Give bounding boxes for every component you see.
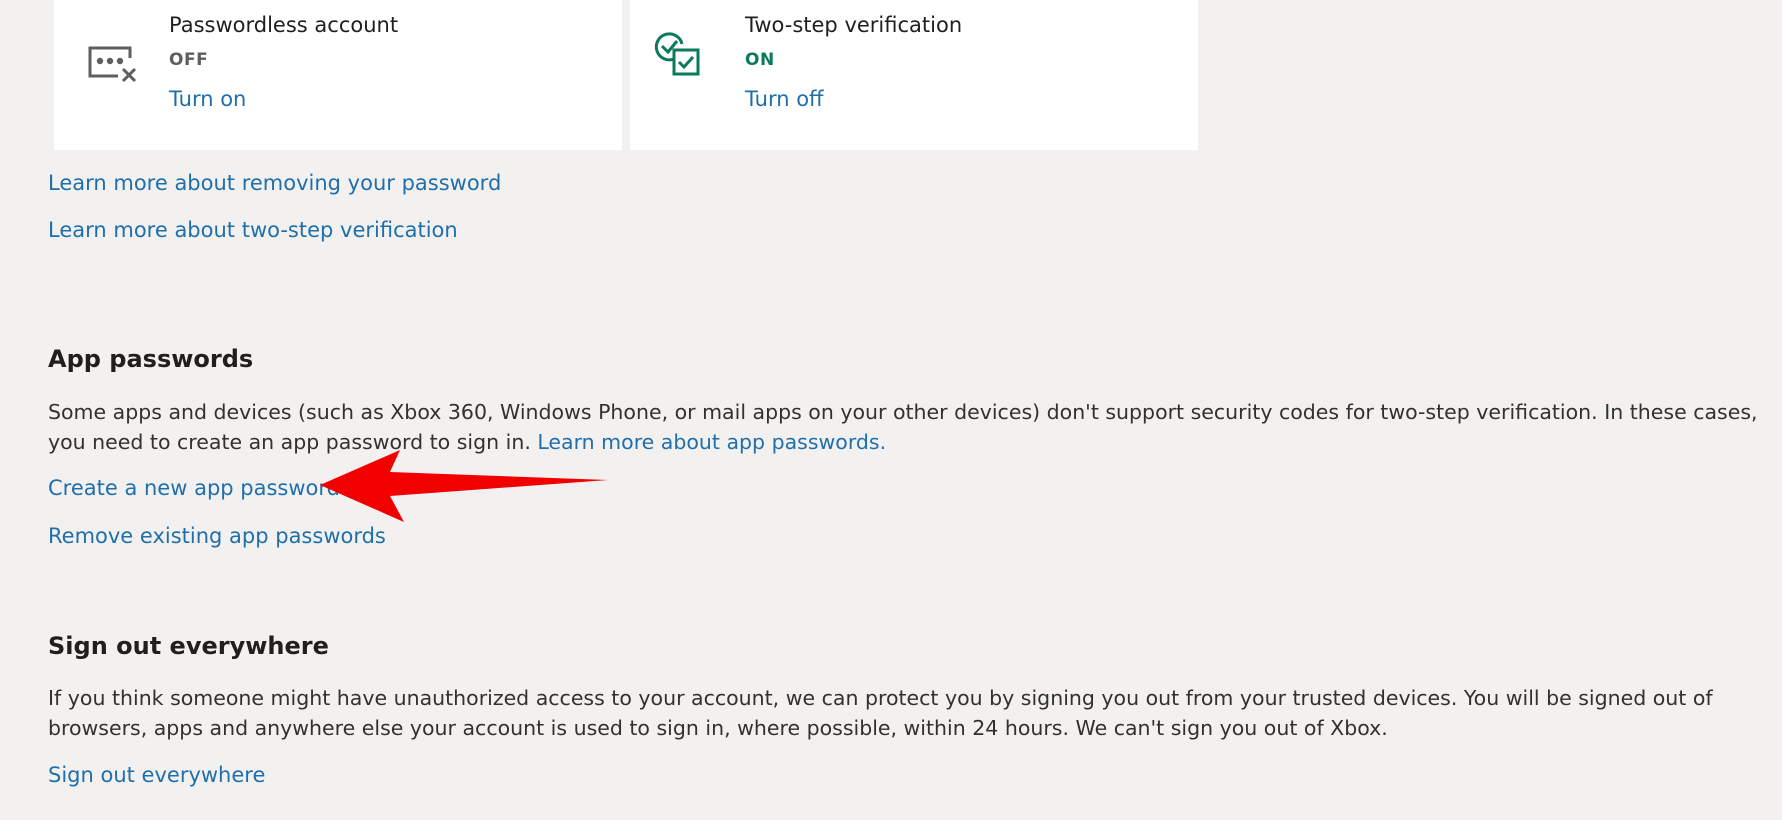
turn-off-link[interactable]: Turn off: [745, 87, 824, 111]
two-step-card: Two-step verification ON Turn off: [630, 0, 1198, 150]
passwordless-status: OFF: [169, 50, 209, 70]
app-passwords-text: Some apps and devices (such as Xbox 360,…: [48, 400, 1758, 454]
learn-more-remove-password-link[interactable]: Learn more about removing your password: [48, 171, 501, 195]
annotation-arrow: [320, 450, 608, 522]
sign-out-heading: Sign out everywhere: [48, 632, 329, 660]
verification-check-icon: [654, 32, 700, 76]
passwordless-icon: [88, 46, 137, 83]
passwordless-title: Passwordless account: [169, 13, 399, 37]
sign-out-description: If you think someone might have unauthor…: [48, 686, 1713, 740]
learn-more-two-step-link[interactable]: Learn more about two-step verification: [48, 218, 458, 242]
create-app-password-link[interactable]: Create a new app password: [48, 476, 340, 500]
app-passwords-heading: App passwords: [48, 345, 254, 373]
passwordless-card: Passwordless account OFF Turn on: [54, 0, 622, 150]
two-step-status: ON: [745, 50, 775, 70]
two-step-title: Two-step verification: [745, 13, 963, 37]
sign-out-everywhere-link[interactable]: Sign out everywhere: [48, 763, 265, 787]
remove-app-passwords-link[interactable]: Remove existing app passwords: [48, 524, 386, 548]
turn-on-link[interactable]: Turn on: [169, 87, 246, 111]
app-passwords-description: Some apps and devices (such as Xbox 360,…: [48, 397, 1758, 457]
